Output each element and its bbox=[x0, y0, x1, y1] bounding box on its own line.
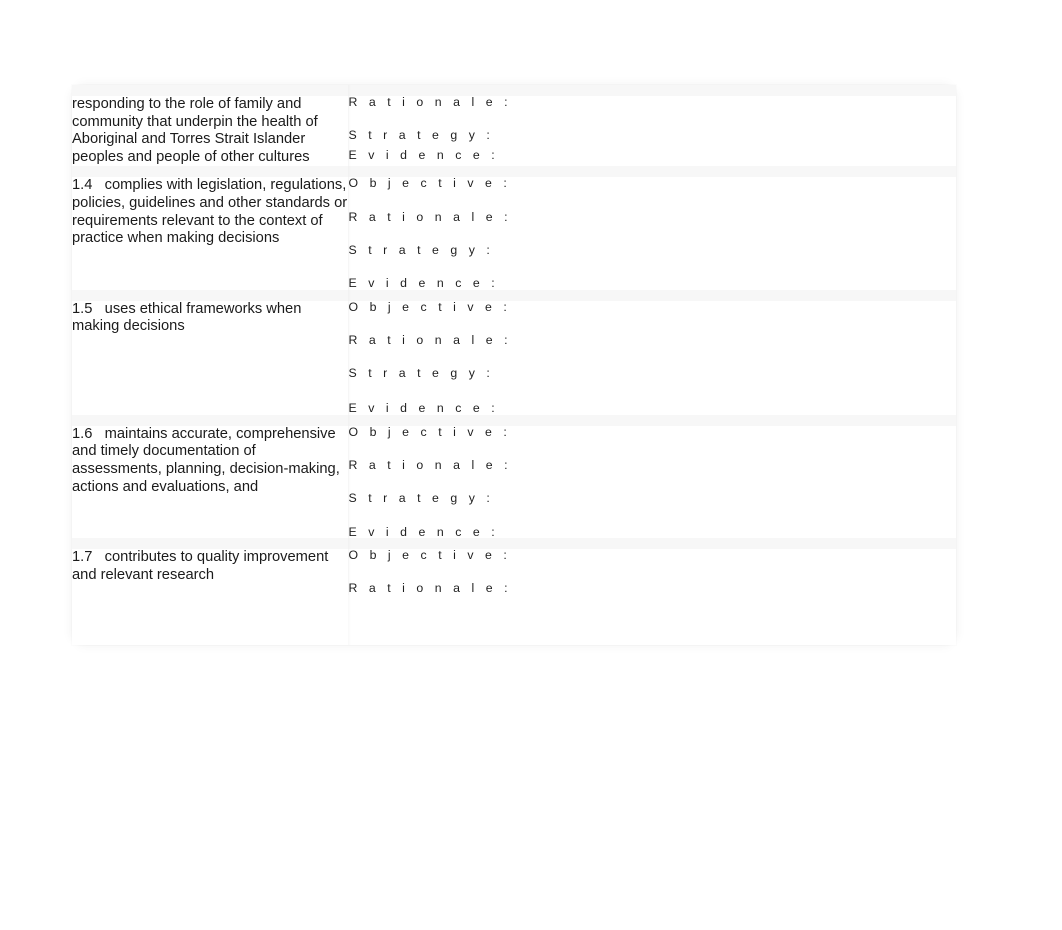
field-label-evidence: E v i d e n c e : bbox=[348, 147, 499, 162]
field-label-rationale: R a t i o n a l e : bbox=[348, 332, 512, 347]
field-label-objective: O b j e c t i v e : bbox=[348, 547, 511, 562]
fields-cell: O b j e c t i v e : R a t i o n a l e : bbox=[348, 537, 957, 595]
field-label-strategy: S t r a t e g y : bbox=[348, 366, 494, 381]
field-label-objective: O b j e c t i v e : bbox=[348, 299, 511, 314]
fields-cell: O b j e c t i v e : R a t i o n a l e : … bbox=[348, 414, 957, 544]
standards-table-body: responding to the role of family and com… bbox=[72, 84, 957, 595]
criterion-text: 1.5 uses ethical frameworks when making … bbox=[72, 300, 306, 335]
field-label-list: O b j e c t i v e : R a t i o n a l e : bbox=[349, 549, 957, 595]
field-label-evidence: E v i d e n c e : bbox=[348, 276, 499, 291]
table-row: 1.6 maintains accurate, comprehensive an… bbox=[72, 414, 957, 544]
field-label-list: O b j e c t i v e : R a t i o n a l e : … bbox=[348, 424, 957, 539]
field-label-list: O b j e c t i v e : R a t i o n a l e : … bbox=[349, 177, 957, 289]
document-sheet: responding to the role of family and com… bbox=[72, 84, 957, 645]
table-row: 1.4 complies with legislation, regulatio… bbox=[72, 166, 957, 296]
field-label-rationale: R a t i o n a l e : bbox=[348, 581, 512, 596]
field-label-rationale: R a t i o n a l e : bbox=[348, 458, 512, 473]
criterion-cell: 1.5 uses ethical frameworks when making … bbox=[72, 289, 349, 421]
criterion-cell: 1.7 contributes to quality improvement a… bbox=[72, 537, 349, 595]
field-label-list: R a t i o n a l e : S t r a t e g y : E … bbox=[349, 96, 957, 161]
table-row: responding to the role of family and com… bbox=[72, 84, 957, 172]
table-row: 1.7 contributes to quality improvement a… bbox=[72, 537, 957, 595]
field-label-evidence: E v i d e n c e : bbox=[348, 524, 499, 539]
fields-cell: R a t i o n a l e : S t r a t e g y : E … bbox=[348, 84, 957, 172]
field-label-evidence: E v i d e n c e : bbox=[348, 401, 499, 416]
field-label-rationale: R a t i o n a l e : bbox=[348, 95, 512, 109]
criterion-text: 1.4 complies with legislation, regulatio… bbox=[72, 177, 348, 247]
fields-cell: O b j e c t i v e : R a t i o n a l e : … bbox=[348, 166, 957, 296]
criterion-text: 1.7 contributes to quality improvement a… bbox=[72, 548, 333, 583]
criterion-text: 1.6 maintains accurate, comprehensive an… bbox=[72, 425, 344, 495]
field-label-objective: O b j e c t i v e : bbox=[348, 424, 511, 439]
criterion-text: responding to the role of family and com… bbox=[72, 96, 322, 165]
criterion-cell: responding to the role of family and com… bbox=[72, 84, 349, 172]
field-label-objective: O b j e c t i v e : bbox=[348, 176, 511, 191]
standards-table: responding to the role of family and com… bbox=[72, 84, 957, 595]
field-label-strategy: S t r a t e g y : bbox=[348, 242, 494, 257]
field-label-rationale: R a t i o n a l e : bbox=[348, 209, 512, 224]
field-label-list: O b j e c t i v e : R a t i o n a l e : … bbox=[348, 299, 957, 416]
fields-cell: O b j e c t i v e : R a t i o n a l e : … bbox=[348, 289, 957, 421]
table-row: 1.5 uses ethical frameworks when making … bbox=[72, 289, 957, 421]
criterion-cell: 1.6 maintains accurate, comprehensive an… bbox=[72, 414, 349, 544]
field-label-strategy: S t r a t e g y : bbox=[348, 128, 494, 143]
criterion-cell: 1.4 complies with legislation, regulatio… bbox=[72, 166, 349, 296]
field-label-strategy: S t r a t e g y : bbox=[348, 491, 494, 506]
